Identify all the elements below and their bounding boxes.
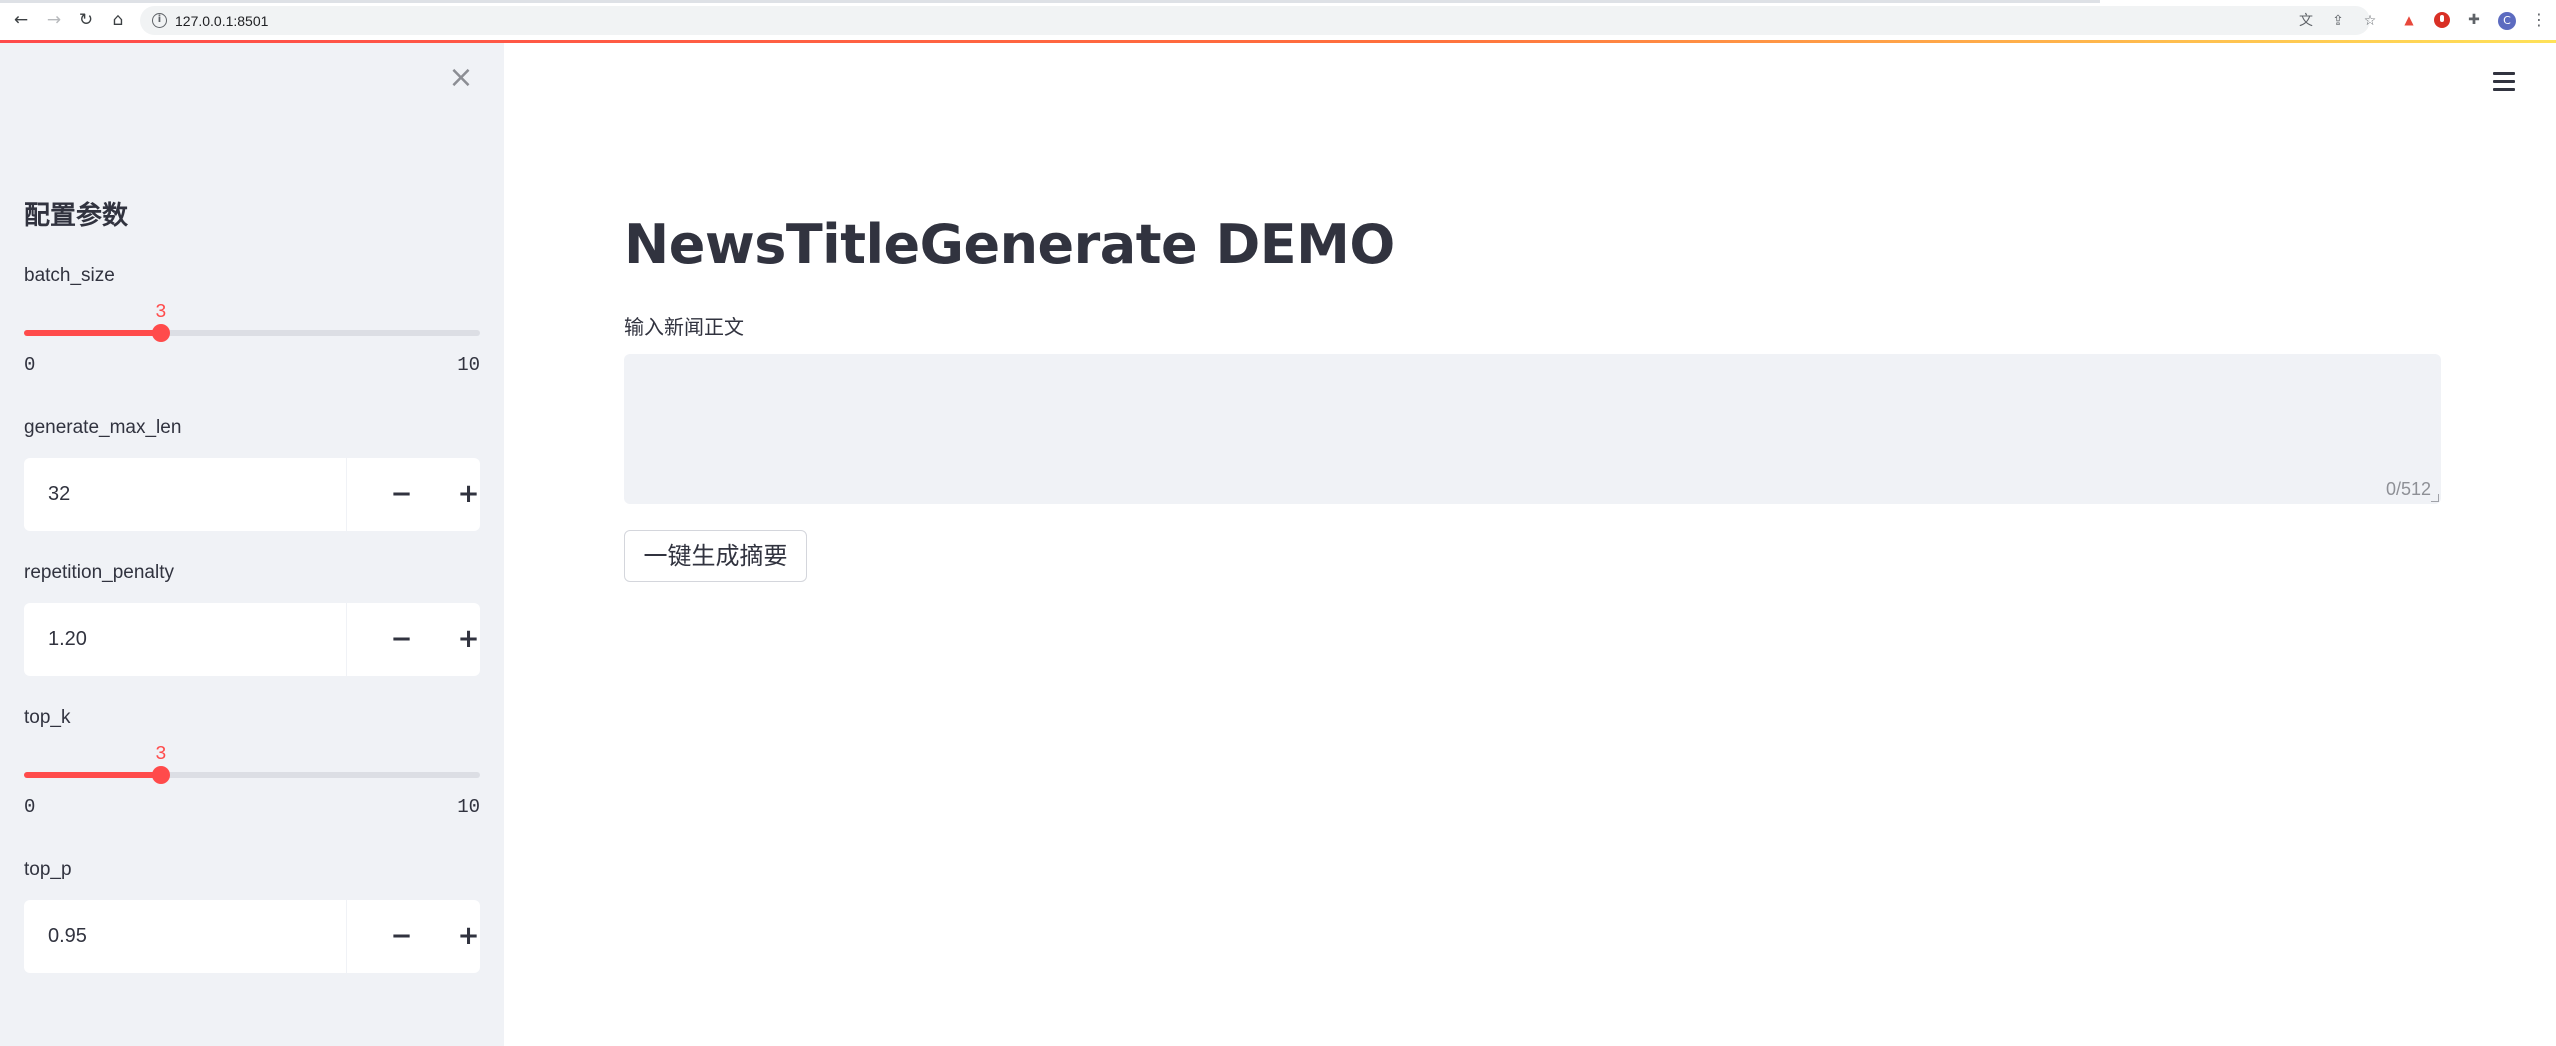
generate-summary-button[interactable]: 一键生成摘要 xyxy=(624,530,807,582)
increment-button[interactable]: + xyxy=(435,900,480,973)
char-count: 0/512 xyxy=(2385,479,2431,499)
slider-value: 3 xyxy=(155,743,167,765)
reload-icon[interactable]: ↻ xyxy=(75,9,97,31)
home-icon[interactable]: ⌂ xyxy=(107,9,129,31)
arrow-right-icon[interactable]: → xyxy=(43,9,65,31)
textarea-label: 输入新闻正文 xyxy=(624,317,744,339)
tab-strip xyxy=(0,0,2100,3)
arrow-left-icon[interactable]: ← xyxy=(10,9,32,31)
news-body-textarea[interactable]: 0/512 xyxy=(624,354,2441,504)
top-p-label: top_p xyxy=(24,859,72,880)
info-icon[interactable]: i xyxy=(152,13,167,28)
profile-avatar-icon[interactable]: C xyxy=(2497,11,2516,30)
address-bar[interactable]: i 127.0.0.1:8501 文 ⇪ ☆ xyxy=(140,6,2376,35)
slider-max: 10 xyxy=(457,796,480,818)
slider-thumb[interactable] xyxy=(151,766,170,784)
slider-fill xyxy=(24,330,161,336)
number-value[interactable]: 32 xyxy=(48,458,70,531)
slider-min: 0 xyxy=(24,796,36,818)
repetition-penalty-label: repetition_penalty xyxy=(24,562,174,583)
bookmark-star-icon[interactable]: ☆ xyxy=(2361,12,2379,30)
top-k-label: top_k xyxy=(24,707,71,728)
increment-button[interactable]: + xyxy=(435,458,480,531)
top-p-input[interactable]: 0.95 − + xyxy=(24,900,480,973)
top-k-slider[interactable]: 3 0 10 xyxy=(24,743,480,823)
browser-toolbar: ← → ↻ ⌂ i 127.0.0.1:8501 文 ⇪ ☆ ▲ ✚ C ⋮ xyxy=(0,0,2556,40)
batch-size-label: batch_size xyxy=(24,265,115,286)
translate-icon[interactable]: 文 xyxy=(2297,12,2315,30)
batch-size-slider[interactable]: 3 0 10 xyxy=(24,301,480,381)
slider-min: 0 xyxy=(24,354,36,376)
decrement-button[interactable]: − xyxy=(368,603,435,676)
decrement-button[interactable]: − xyxy=(368,458,435,531)
share-icon[interactable]: ⇪ xyxy=(2329,12,2347,30)
divider xyxy=(346,458,347,531)
close-icon[interactable]: × xyxy=(446,63,476,93)
divider xyxy=(346,900,347,973)
increment-button[interactable]: + xyxy=(435,603,480,676)
url-text[interactable]: 127.0.0.1:8501 xyxy=(175,13,268,29)
generate-max-len-input[interactable]: 32 − + xyxy=(24,458,480,531)
page-title: NewsTitleGenerate DEMO xyxy=(624,213,1395,276)
generate-max-len-label: generate_max_len xyxy=(24,417,182,438)
decrement-button[interactable]: − xyxy=(368,900,435,973)
puzzle-icon[interactable]: ✚ xyxy=(2465,11,2483,29)
slider-max: 10 xyxy=(457,354,480,376)
extension-record-icon[interactable] xyxy=(2433,11,2451,29)
profile-initial: C xyxy=(2503,14,2511,27)
sidebar: × 配置参数 batch_size 3 0 10 generate_max_le… xyxy=(0,43,504,1046)
number-value[interactable]: 1.20 xyxy=(48,603,87,676)
slider-thumb[interactable] xyxy=(151,324,170,342)
slider-fill xyxy=(24,772,161,778)
number-value[interactable]: 0.95 xyxy=(48,900,87,973)
hamburger-menu-icon[interactable] xyxy=(2490,68,2518,96)
extension-red-icon[interactable]: ▲ xyxy=(2400,11,2418,29)
divider xyxy=(346,603,347,676)
sidebar-title: 配置参数 xyxy=(24,201,129,231)
repetition-penalty-input[interactable]: 1.20 − + xyxy=(24,603,480,676)
resize-handle-icon[interactable] xyxy=(2431,494,2439,502)
kebab-menu-icon[interactable]: ⋮ xyxy=(2530,11,2548,29)
slider-value: 3 xyxy=(155,301,167,323)
